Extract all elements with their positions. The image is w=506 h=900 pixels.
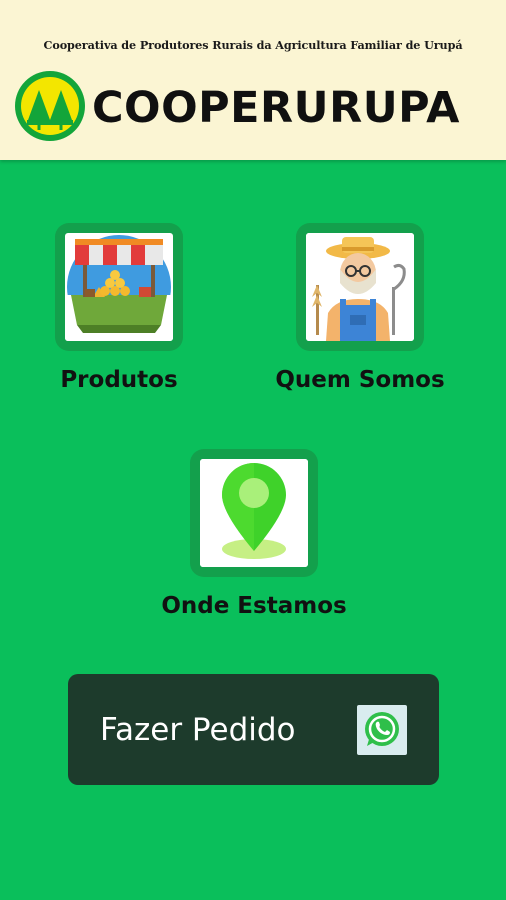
- quem-somos-button[interactable]: [296, 223, 424, 351]
- market-stall-icon: [65, 233, 173, 341]
- fazer-pedido-label: Fazer Pedido: [100, 712, 296, 748]
- cooperative-full-name: Cooperativa de Produtores Rurais da Agri…: [43, 38, 463, 52]
- fazer-pedido-button[interactable]: Fazer Pedido: [68, 674, 439, 785]
- whatsapp-icon: [357, 705, 407, 755]
- farmer-icon: [306, 233, 414, 341]
- cooperative-logo-icon: [14, 70, 86, 142]
- location-pin-icon: [200, 459, 308, 567]
- onde-estamos-button[interactable]: [190, 449, 318, 577]
- app-header: Cooperativa de Produtores Rurais da Agri…: [0, 0, 506, 160]
- produtos-label[interactable]: Produtos: [55, 367, 183, 393]
- onde-estamos-label[interactable]: Onde Estamos: [124, 593, 384, 619]
- brand-name: COOPERURUPA: [92, 83, 460, 133]
- quem-somos-label[interactable]: Quem Somos: [256, 367, 464, 393]
- produtos-button[interactable]: [55, 223, 183, 351]
